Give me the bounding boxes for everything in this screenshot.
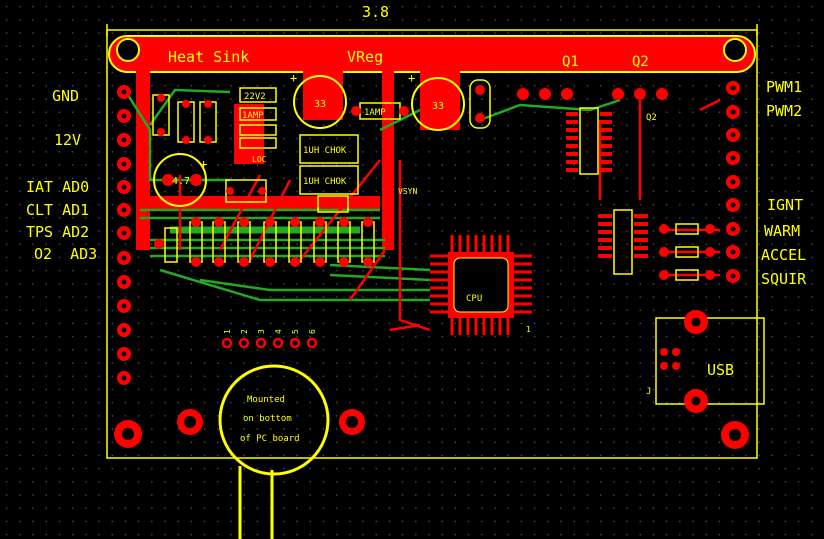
- label-iat-ad0: IAT AD0: [26, 178, 90, 196]
- q2-label: Q2: [632, 54, 649, 70]
- heat-sink-label: Heat Sink: [168, 48, 249, 66]
- q1-label: Q1: [562, 54, 579, 70]
- pcb-layout-canvas: 3.8 Heat Sink VReg Q1 Q2 4.7 + 33 + 33 +…: [0, 0, 824, 539]
- svg-text:+: +: [290, 71, 297, 85]
- q2-small-label: Q2: [646, 113, 657, 123]
- label-ignt: IGNT: [767, 196, 804, 214]
- usb-label: USB: [707, 361, 734, 379]
- choke-1-label: 1UH CHOK: [303, 146, 347, 156]
- fuse-1-label: 1AMP: [242, 111, 264, 121]
- vreg-label: VReg: [347, 48, 383, 66]
- sensor-line-1: Mounted: [247, 395, 285, 405]
- svg-text:+: +: [200, 157, 207, 171]
- header-pin-1: 1: [223, 329, 232, 334]
- cpu-label: CPU: [466, 294, 482, 304]
- label-warm: WARM: [764, 222, 801, 240]
- dimension-label: 3.8: [362, 3, 389, 21]
- label-12v: 12V: [54, 131, 82, 149]
- label-tps-ad2: TPS AD2: [26, 223, 90, 241]
- label-o2-ad3: O2 AD3: [34, 245, 98, 263]
- cap-mid-value: 33: [314, 99, 326, 110]
- cap-left-value: 4.7: [172, 176, 190, 187]
- label-clt-ad1: CLT AD1: [26, 201, 90, 219]
- cpu-pin1-label: 1: [526, 325, 531, 334]
- label-pwm1: PWM1: [766, 78, 803, 96]
- label-accel: ACCEL: [761, 246, 807, 264]
- zener-label: 22V2: [244, 92, 266, 102]
- svg-text:+: +: [408, 71, 415, 85]
- sensor-line-3: of PC board: [240, 434, 300, 444]
- header-pin-4: 4: [274, 329, 283, 334]
- label-squir: SQUIR: [761, 270, 807, 288]
- vsyn-label: VSYN: [398, 187, 417, 196]
- transistor-q1-pads: [517, 88, 573, 100]
- header-pin-6: 6: [308, 329, 317, 334]
- loc-label: LOC: [252, 155, 267, 164]
- choke-2-label: 1UH CHOK: [303, 177, 347, 187]
- header-pin-5: 5: [291, 329, 300, 334]
- j-label: J: [646, 387, 651, 397]
- label-gnd: GND: [52, 87, 80, 105]
- right-header: [726, 81, 740, 283]
- header-pin-2: 2: [240, 329, 249, 334]
- cap-right-value: 33: [432, 101, 444, 112]
- header-pin-3: 3: [257, 329, 266, 334]
- fuse-2-label: 1AMP: [364, 108, 386, 118]
- sensor-line-2: on bottom: [243, 414, 292, 424]
- transistor-q2-pads: [612, 88, 668, 100]
- label-pwm2: PWM2: [766, 102, 803, 120]
